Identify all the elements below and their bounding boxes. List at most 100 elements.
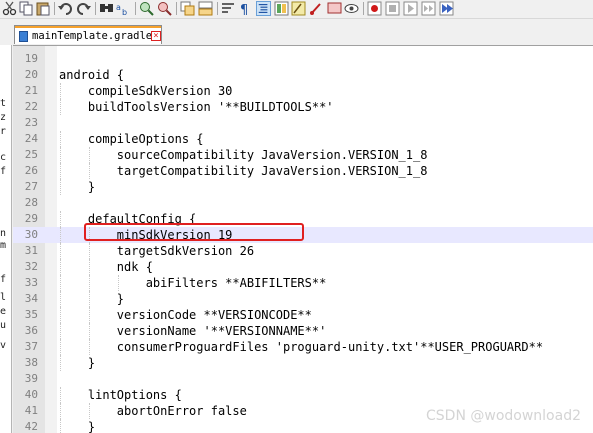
line-number: 22 <box>24 100 38 113</box>
code-line[interactable]: 31 targetSdkVersion 26 <box>13 243 593 259</box>
line-number: 33 <box>24 276 38 289</box>
code-line[interactable]: 39 <box>13 371 593 387</box>
monitor-icon[interactable] <box>327 1 342 16</box>
line-number: 35 <box>24 308 38 321</box>
code-line[interactable]: 21 compileSdkVersion 30 <box>13 83 593 99</box>
code-text: ndk { <box>59 260 153 274</box>
tab-maintemplate-gradle[interactable]: mainTemplate.gradle × <box>14 25 162 44</box>
save-macro-icon[interactable] <box>439 1 454 16</box>
annotation-highlight-box <box>84 223 304 241</box>
folder-workspace-icon[interactable] <box>309 1 324 16</box>
word-wrap-icon[interactable] <box>221 1 236 16</box>
code-editor[interactable]: 19 20 android {21 compileSdkVersion 30 22 b… <box>13 45 593 433</box>
code-line[interactable]: 27 } <box>13 179 593 195</box>
code-text: android { <box>59 68 125 82</box>
close-icon[interactable]: × <box>151 31 161 41</box>
side-panel-fragment: z <box>0 112 7 123</box>
code-line[interactable]: 35 versionCode **VERSIONCODE** <box>13 307 593 323</box>
redo-icon[interactable] <box>76 1 91 16</box>
play-macro-icon[interactable] <box>403 1 418 16</box>
svg-text:b: b <box>122 8 127 16</box>
code-line[interactable]: 24 compileOptions { <box>13 131 593 147</box>
code-line[interactable]: 25 sourceCompatibility JavaVersion.VERSI… <box>13 147 593 163</box>
code-line[interactable]: 23 <box>13 115 593 131</box>
code-text: lintOptions { <box>59 388 182 402</box>
code-line[interactable]: 28 <box>13 195 593 211</box>
toolbar-separator <box>54 2 55 15</box>
watermark: CSDN @wodownload2 <box>426 408 581 424</box>
code-text: buildToolsVersion '**BUILDTOOLS**' <box>59 100 334 114</box>
line-number: 20 <box>24 68 38 81</box>
code-text: } <box>59 420 96 433</box>
copy-icon[interactable] <box>19 1 34 16</box>
code-line[interactable]: 32 ndk { <box>13 259 593 275</box>
line-number: 31 <box>24 244 38 257</box>
line-number: 37 <box>24 340 38 353</box>
line-number: 34 <box>24 292 38 305</box>
code-line[interactable]: 19 <box>13 51 593 67</box>
replace-icon[interactable]: ab <box>116 1 131 16</box>
line-number: 30 <box>24 228 38 241</box>
svg-text:a: a <box>116 3 121 12</box>
line-number: 23 <box>24 116 38 129</box>
code-line[interactable]: 38 } <box>13 355 593 371</box>
indent-guide-icon[interactable] <box>256 1 271 16</box>
code-line[interactable]: 26 targetCompatibility JavaVersion.VERSI… <box>13 163 593 179</box>
undo-icon[interactable] <box>58 1 73 16</box>
file-saved-icon <box>19 31 28 42</box>
line-number: 28 <box>24 196 38 209</box>
code-text: compileOptions { <box>59 132 204 146</box>
code-line[interactable]: 37 consumerProguardFiles 'proguard-unity… <box>13 339 593 355</box>
line-number: 38 <box>24 356 38 369</box>
doc-map-icon[interactable] <box>274 1 289 16</box>
svg-text:¶: ¶ <box>240 3 248 16</box>
zoom-out-icon[interactable] <box>157 1 172 16</box>
sync-horizontal-icon[interactable] <box>198 1 213 16</box>
toolbar-separator <box>363 2 364 15</box>
side-panel-fragment: f <box>0 166 7 177</box>
side-panel-fragment: u <box>0 320 7 331</box>
toolbar-separator <box>217 2 218 15</box>
side-panel-fragment: m <box>0 240 7 251</box>
line-number: 24 <box>24 132 38 145</box>
active-tab-indicator <box>15 26 161 28</box>
find-icon[interactable] <box>99 1 114 16</box>
code-text: } <box>59 180 96 194</box>
side-panel[interactable]: tzrcfnmfleuv <box>0 45 12 433</box>
function-list-icon[interactable] <box>291 1 306 16</box>
cut-icon[interactable] <box>2 1 17 16</box>
line-number: 32 <box>24 260 38 273</box>
side-panel-fragment: r <box>0 126 7 137</box>
code-line[interactable]: 20 android { <box>13 67 593 83</box>
line-number: 19 <box>24 52 38 65</box>
code-line[interactable]: 40 lintOptions { <box>13 387 593 403</box>
code-text: versionName '**VERSIONNAME**' <box>59 324 327 338</box>
line-number: 21 <box>24 84 38 97</box>
code-text: abortOnError false <box>59 404 247 418</box>
code-text: } <box>59 356 96 370</box>
run-macro-multiple-icon[interactable] <box>421 1 436 16</box>
code-line[interactable]: 34 } <box>13 291 593 307</box>
line-number: 29 <box>24 212 38 225</box>
code-line[interactable]: 22 buildToolsVersion '**BUILDTOOLS**' <box>13 99 593 115</box>
line-number: 26 <box>24 164 38 177</box>
record-macro-icon[interactable] <box>367 1 382 16</box>
code-text: compileSdkVersion 30 <box>59 84 233 98</box>
eye-icon[interactable] <box>344 1 359 16</box>
code-text: targetCompatibility JavaVersion.VERSION_… <box>59 164 428 178</box>
line-number: 25 <box>24 148 38 161</box>
code-line[interactable]: 36 versionName '**VERSIONNAME**' <box>13 323 593 339</box>
code-line[interactable]: 33 abiFilters **ABIFILTERS** <box>13 275 593 291</box>
stop-macro-icon[interactable] <box>385 1 400 16</box>
side-panel-fragment: n <box>0 228 7 239</box>
show-all-chars-icon[interactable]: ¶ <box>238 1 253 16</box>
line-number: 40 <box>24 388 38 401</box>
zoom-in-icon[interactable] <box>139 1 154 16</box>
side-panel-fragment: e <box>0 306 7 317</box>
sync-vertical-icon[interactable] <box>180 1 195 16</box>
toolbar-separator <box>95 2 96 15</box>
side-panel-fragment: v <box>0 340 7 351</box>
code-text: versionCode **VERSIONCODE** <box>59 308 312 322</box>
paste-icon[interactable] <box>36 1 51 16</box>
code-text: } <box>59 292 125 306</box>
